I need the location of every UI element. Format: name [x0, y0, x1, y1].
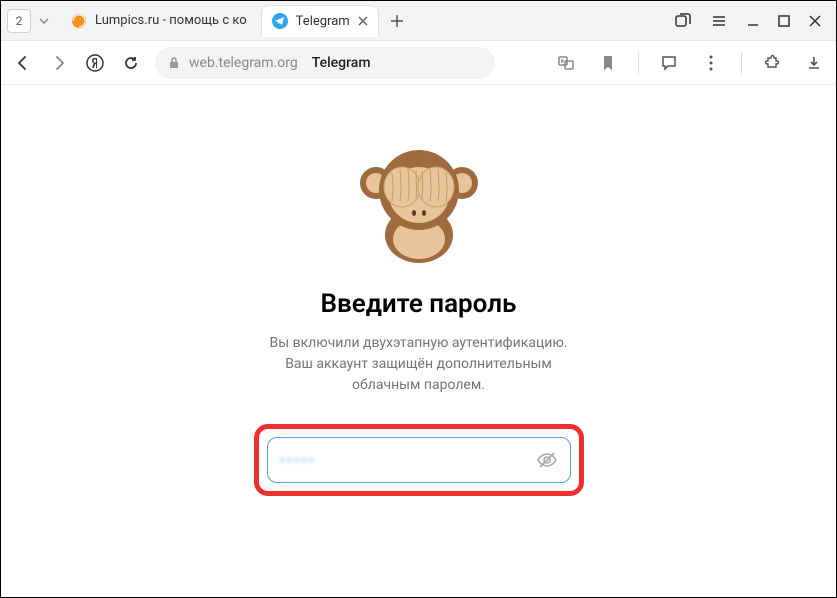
- new-tab-button[interactable]: [383, 7, 411, 35]
- minimize-icon[interactable]: [746, 14, 760, 28]
- auth-subtitle: Вы включили двухэтапную аутентификацию. …: [270, 333, 568, 396]
- forward-icon[interactable]: [47, 51, 71, 75]
- maximize-icon[interactable]: [778, 15, 790, 27]
- lock-icon: [167, 56, 181, 70]
- tab-lumpics[interactable]: Lumpics.ru - помощь с ко: [61, 5, 257, 37]
- tab-telegram[interactable]: Telegram: [261, 5, 379, 37]
- page-content: Введите пароль Вы включили двухэтапную а…: [1, 85, 836, 597]
- lumpics-favicon-icon: [71, 13, 87, 29]
- address-bar[interactable]: web.telegram.org Telegram: [155, 47, 495, 79]
- toolbar-right: [554, 51, 826, 75]
- tab-title: Telegram: [296, 14, 350, 29]
- browser-window: 2 Lumpics.ru - помощь с ко Telegram: [1, 1, 836, 597]
- address-domain: web.telegram.org: [189, 55, 298, 71]
- tab-counter[interactable]: 2: [7, 9, 31, 33]
- tab-title: Lumpics.ru - помощь с ко: [95, 13, 247, 28]
- reload-icon[interactable]: [119, 51, 143, 75]
- yandex-icon[interactable]: [83, 51, 107, 75]
- monkey-see-no-evil-icon: [354, 135, 484, 265]
- bookmark-icon[interactable]: [596, 51, 620, 75]
- window-controls: [674, 12, 830, 30]
- password-input[interactable]: [280, 452, 528, 469]
- auth-sub-line: облачным паролем.: [270, 375, 568, 396]
- password-field[interactable]: [267, 437, 571, 483]
- auth-sub-line: Ваш аккаунт защищён дополнительным: [270, 354, 568, 375]
- downloads-icon[interactable]: [802, 51, 826, 75]
- chevron-down-icon[interactable]: [39, 16, 49, 26]
- auth-sub-line: Вы включили двухэтапную аутентификацию.: [270, 333, 568, 354]
- back-icon[interactable]: [11, 51, 35, 75]
- extensions-icon[interactable]: [760, 51, 784, 75]
- close-tab-icon[interactable]: [358, 16, 368, 26]
- separator: [741, 52, 742, 74]
- separator: [638, 52, 639, 74]
- address-page-title: Telegram: [312, 55, 371, 71]
- telegram-favicon-icon: [272, 13, 288, 29]
- feedback-icon[interactable]: [657, 51, 681, 75]
- annotation-highlight: [254, 424, 584, 496]
- auth-panel: Введите пароль Вы включили двухэтапную а…: [229, 135, 609, 597]
- auth-heading: Введите пароль: [321, 289, 517, 319]
- titlebar: 2 Lumpics.ru - помощь с ко Telegram: [1, 1, 836, 41]
- close-window-icon[interactable]: [808, 14, 822, 28]
- collections-icon[interactable]: [674, 12, 692, 30]
- toolbar: web.telegram.org Telegram: [1, 41, 836, 85]
- translate-icon[interactable]: [554, 51, 578, 75]
- visibility-off-icon[interactable]: [536, 449, 558, 471]
- kebab-icon[interactable]: [699, 51, 723, 75]
- menu-icon[interactable]: [710, 12, 728, 30]
